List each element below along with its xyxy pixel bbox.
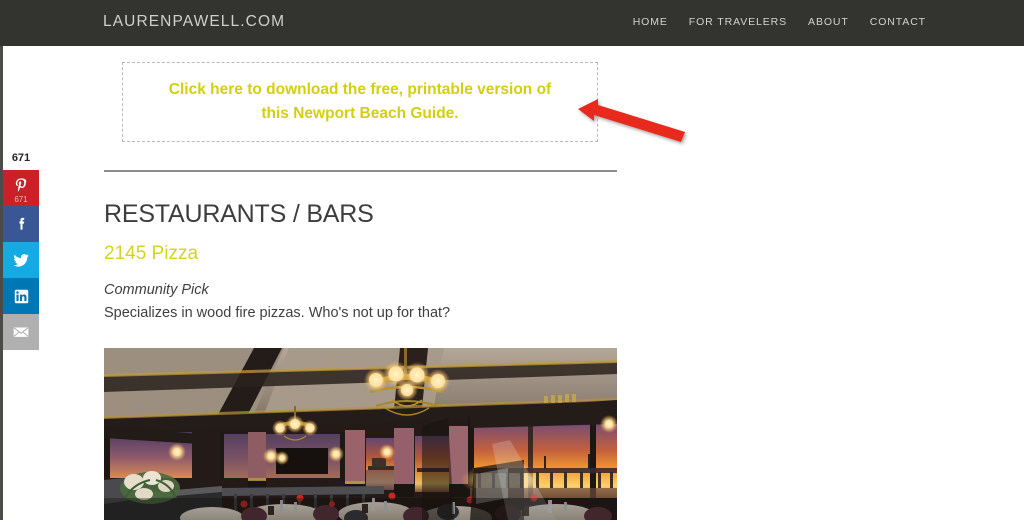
download-guide-cta[interactable]: Click here to download the free, printab… [122,62,598,142]
nav-item-contact[interactable]: CONTACT [870,16,926,28]
twitter-icon [11,250,31,270]
page-root: LAURENPAWELL.COM HOME FOR TRAVELERS ABOU… [0,0,1024,520]
venue-description: Specializes in wood fire pizzas. Who's n… [104,305,451,321]
facebook-icon [12,215,31,234]
social-share-rail: 671 671 [3,146,39,350]
page-title: RESTAURANTS / BARS [104,200,374,228]
nav-item-home[interactable]: HOME [633,16,668,28]
linkedin-icon [12,287,31,306]
share-total-count: 671 [3,146,39,170]
cta-text: Click here to download the free, printab… [169,78,551,126]
venue-tag: Community Pick [104,282,209,298]
site-header: LAURENPAWELL.COM HOME FOR TRAVELERS ABOU… [0,0,1024,46]
pinterest-icon [13,178,30,194]
section-divider [104,170,617,172]
share-button-twitter[interactable] [3,242,39,278]
main-navigation: HOME FOR TRAVELERS ABOUT CONTACT [633,16,926,28]
nav-item-about[interactable]: ABOUT [808,16,849,28]
share-button-linkedin[interactable] [3,278,39,314]
nav-item-for-travelers[interactable]: FOR TRAVELERS [689,16,787,28]
pinterest-count: 671 [14,195,28,204]
share-button-pinterest[interactable]: 671 [3,170,39,206]
site-logo[interactable]: LAURENPAWELL.COM [103,13,285,31]
envelope-icon [11,322,31,342]
share-button-facebook[interactable] [3,206,39,242]
venue-photo [104,348,617,520]
cta-line-2: this Newport Beach Guide. [261,105,459,122]
share-button-email[interactable] [3,314,39,350]
venue-name-link[interactable]: 2145 Pizza [104,243,198,265]
cta-line-1: Click here to download the free, printab… [168,81,552,98]
